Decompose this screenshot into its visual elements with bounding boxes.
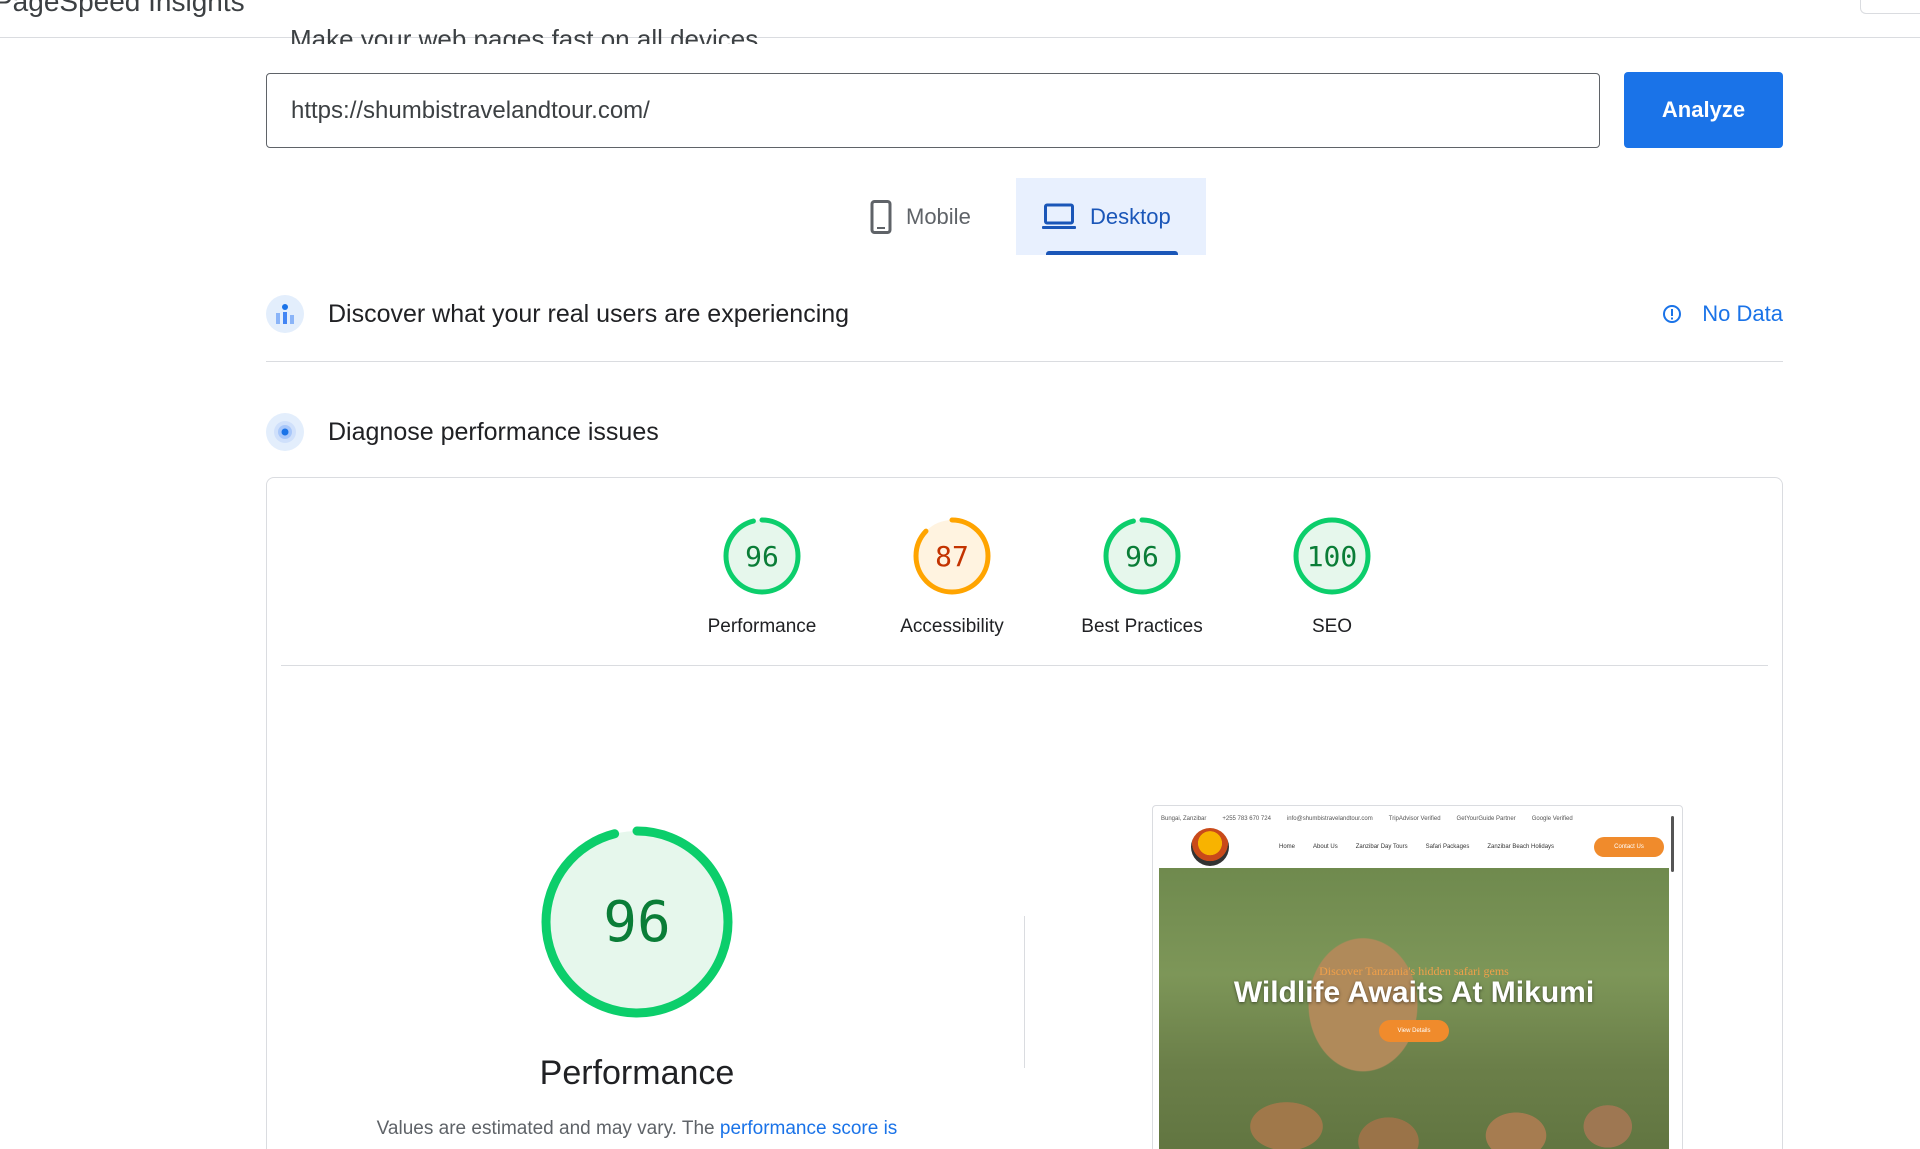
url-input[interactable]	[266, 73, 1600, 148]
performance-big-label: Performance	[539, 1054, 735, 1092]
gauge-label: Accessibility	[900, 616, 1004, 637]
gauge-ring: 96	[722, 516, 802, 596]
performance-big-score: 96	[603, 889, 671, 955]
screenshot-nav-link: About Us	[1313, 844, 1338, 850]
section-divider	[266, 361, 1783, 362]
gauge-performance[interactable]: 96 Performance	[667, 516, 857, 638]
tab-mobile[interactable]: Mobile	[846, 178, 1016, 255]
phone-icon	[870, 199, 892, 234]
performance-big-gauge: 96	[539, 824, 735, 1020]
tab-desktop-label: Desktop	[1090, 203, 1171, 229]
screenshot-headline: Wildlife Awaits At Mikumi	[1233, 976, 1595, 1009]
screenshot-topbar-item: TripAdvisor Verified	[1388, 816, 1441, 822]
field-data-section: Discover what your real users are experi…	[266, 295, 1783, 333]
gauge-ring: 100	[1292, 516, 1372, 596]
info-icon	[1662, 304, 1682, 324]
screenshot-topbar-item: Google Verified	[1531, 816, 1573, 822]
gauge-label: Best Practices	[1081, 616, 1203, 637]
tab-mobile-label: Mobile	[906, 203, 971, 229]
gauge-seo[interactable]: 100 SEO	[1237, 516, 1427, 638]
screenshot-topbar-item: info@shumbistravelandtour.com	[1286, 816, 1373, 822]
laptop-icon	[1042, 203, 1076, 231]
screenshot-topbar-item: GetYourGuide Partner	[1456, 816, 1516, 822]
screenshot-nav-links: Home About Us Zanzibar Day Tours Safari …	[1279, 844, 1554, 850]
page-subtitle: Make your web pages fast on all devices	[290, 24, 759, 44]
gauge-best-practices[interactable]: 96 Best Practices	[1047, 516, 1237, 638]
gauge-label: Performance	[707, 616, 817, 637]
tab-selected-indicator	[1046, 251, 1178, 255]
no-data-label: No Data	[1702, 301, 1783, 326]
no-data-link[interactable]: No Data	[1662, 295, 1783, 333]
screenshot-nav: Home About Us Zanzibar Day Tours Safari …	[1159, 826, 1668, 868]
screenshot-nav-link: Home	[1279, 844, 1296, 850]
screenshot-logo	[1191, 828, 1229, 866]
screenshot-topbar-item: Bungai, Zanzibar	[1161, 816, 1207, 822]
performance-disclaimer: Values are estimated and may vary. The p…	[327, 1118, 947, 1140]
screenshot-hero-image: Discover Tanzania's hidden safari gems W…	[1159, 868, 1669, 1149]
gauge-score: 100	[1306, 539, 1358, 573]
target-icon	[266, 413, 304, 451]
analyze-button[interactable]: Analyze	[1624, 72, 1783, 148]
diagnose-title: Diagnose performance issues	[328, 417, 659, 446]
users-chart-icon	[266, 295, 304, 333]
screenshot-nav-link: Zanzibar Day Tours	[1355, 844, 1408, 850]
score-card: 96 Performance 87 Accessibility 96 Best …	[266, 477, 1783, 1149]
device-tabs: Mobile Desktop	[846, 178, 1206, 255]
score-gauges: 96 Performance 87 Accessibility 96 Best …	[667, 516, 1427, 638]
screenshot-nav-link: Safari Packages	[1425, 844, 1470, 850]
gauge-accessibility[interactable]: 87 Accessibility	[857, 516, 1047, 638]
app-title: PageSpeed Insights	[0, 0, 245, 17]
disclaimer-text: Values are estimated and may vary. The	[376, 1118, 720, 1139]
gauge-score: 87	[935, 539, 969, 573]
gauge-score: 96	[745, 539, 779, 573]
tab-desktop[interactable]: Desktop	[1016, 178, 1206, 255]
gauge-score: 96	[1125, 539, 1159, 573]
gauge-ring: 87	[912, 516, 992, 596]
page-screenshot: Bungai, Zanzibar +255 783 670 724 info@s…	[1152, 805, 1683, 1149]
performance-score-link[interactable]: performance score is	[720, 1118, 897, 1139]
vertical-divider	[1024, 916, 1025, 1068]
pagespeed-page: PageSpeed Insights Make your web pages f…	[0, 0, 1920, 1149]
gauge-label: SEO	[1311, 616, 1353, 637]
screenshot-hero-button: View Details	[1379, 1020, 1449, 1042]
screenshot-topbar-item: +255 783 670 724	[1222, 816, 1271, 822]
header-control[interactable]	[1860, 0, 1920, 14]
screenshot-topbar: Bungai, Zanzibar +255 783 670 724 info@s…	[1161, 812, 1668, 826]
top-header: PageSpeed Insights	[0, 0, 1920, 38]
gauge-ring: 96	[1102, 516, 1182, 596]
field-data-title: Discover what your real users are experi…	[328, 299, 850, 328]
screenshot-cta: Contact Us	[1594, 837, 1664, 857]
screenshot-scrollbar	[1671, 816, 1674, 872]
card-divider	[281, 665, 1768, 666]
diagnose-section: Diagnose performance issues	[266, 413, 1783, 451]
screenshot-nav-link: Zanzibar Beach Holidays	[1487, 844, 1555, 850]
